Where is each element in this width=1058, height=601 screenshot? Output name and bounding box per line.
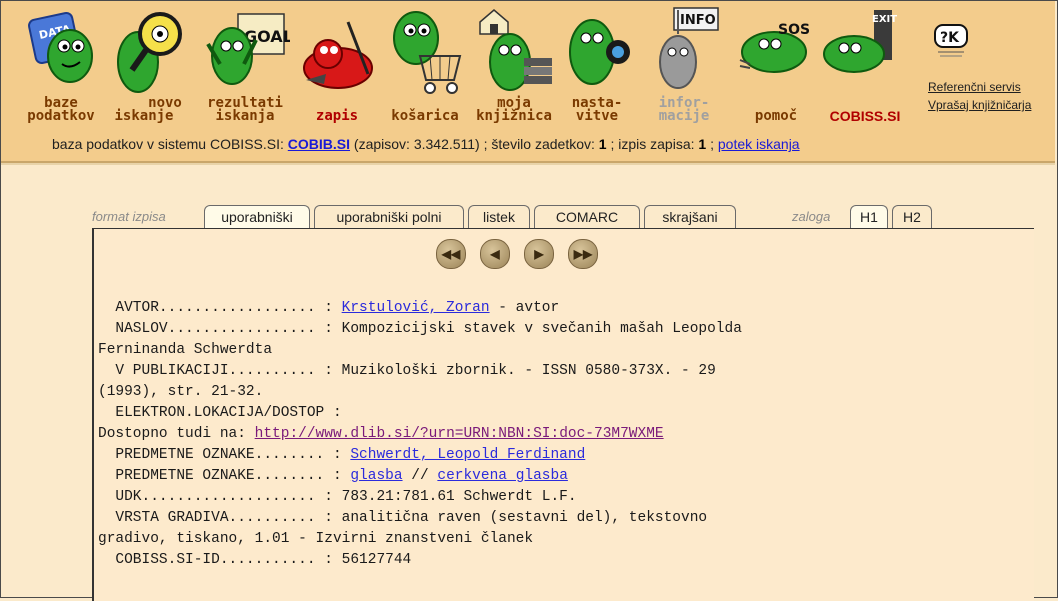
tab-h1[interactable]: H1 <box>850 205 888 230</box>
db-prefix: baza podatkov v sistemu COBISS.SI: <box>52 136 288 152</box>
nav-baze-podatkov[interactable]: DATA baze podatkov <box>26 4 96 134</box>
udk-line: UDK.................... : 783.21:781.61 … <box>98 489 577 505</box>
db-records: (zapisov: 3.342.511) ; število zadetkov: <box>350 136 599 152</box>
subject-schwerdt-link[interactable]: Schwerdt, Leopold Ferdinand <box>350 447 585 463</box>
svg-text:?K: ?K <box>940 30 960 46</box>
nav-zapis[interactable]: zapis <box>298 4 376 134</box>
author-link[interactable]: Krstulović, Zoran <box>342 300 490 316</box>
dlib-url-link[interactable]: http://www.dlib.si/?urn=URN:NBN:SI:doc-7… <box>255 426 664 442</box>
cobiss-id-line: COBISS.SI-ID........... : 56127744 <box>98 552 412 568</box>
access-prefix: Dostopno tudi na: <box>98 426 255 442</box>
subject1-label: PREDMETNE OZNAKE........ : <box>98 447 351 463</box>
tab-uporabniski[interactable]: uporabniški <box>204 205 310 230</box>
nav-moja-label2: knjižnica <box>476 108 552 124</box>
databases-icon: DATA <box>28 12 93 83</box>
previous-icon: ◀ <box>490 247 500 261</box>
title-line1: NASLOV................. : Kompozicijski … <box>98 321 742 337</box>
first-icon: ◀◀ <box>441 247 461 261</box>
tab-h2[interactable]: H2 <box>892 205 932 228</box>
avtor-role: - avtor <box>489 300 560 316</box>
publication-line2: (1993), str. 21-32. <box>98 384 264 400</box>
settings-creature-icon <box>569 19 630 85</box>
material-type-line2: gradivo, tiskano, 1.01 - Izvirni znanstv… <box>98 531 534 547</box>
nav-kosarica-label: košarica <box>391 108 459 124</box>
bibliographic-record: AVTOR.................. : Krstulović, Zo… <box>98 298 742 571</box>
electronic-location-label: ELEKTRON.LOKACIJA/DOSTOP : <box>98 405 342 421</box>
nav-moja-knjiznica[interactable]: moja knjižnica <box>470 4 558 134</box>
nav-novo-label2: iskanje <box>114 108 174 124</box>
subject-cerkvena-glasba-link[interactable]: cerkvena glasba <box>437 468 568 484</box>
tab-comarc[interactable]: COMARC <box>534 205 640 228</box>
database-link[interactable]: COBIB.SI <box>288 136 350 152</box>
next-icon: ▶ <box>534 247 544 261</box>
nav-cobiss-si[interactable]: EXIT COBISS.SI <box>820 4 910 134</box>
nav-pomoc[interactable]: SOS pomoč <box>734 4 818 134</box>
format-caption: format izpisa <box>92 209 166 224</box>
help-sos-icon: SOS <box>739 22 810 73</box>
nav-kosarica[interactable]: košarica <box>380 4 470 134</box>
nav-zapis-label: zapis <box>315 108 359 124</box>
next-record-button[interactable]: ▶ <box>524 239 554 269</box>
hits-count: 1 <box>598 136 607 152</box>
nav-rezultati-label2: iskanja <box>215 108 275 124</box>
nav-baze-label2: podatkov <box>27 108 95 124</box>
ask-librarian-link[interactable]: Vprašaj knjižničarja <box>928 98 1031 112</box>
nav-nastavitve-label2: vitve <box>575 108 619 124</box>
display-label: ; izpis zapisa: <box>606 136 699 152</box>
reference-service-link[interactable]: Referenčni servis <box>928 80 1021 94</box>
header-divider <box>1 163 1055 165</box>
subject-separator: // <box>402 468 438 484</box>
record-navigation: ◀◀ ◀ ▶ ▶▶ <box>436 239 636 269</box>
avtor-label: AVTOR.................. : <box>98 300 342 316</box>
magnifier-creature-icon <box>117 12 182 93</box>
info-creature-icon: INFO <box>659 7 719 89</box>
last-icon: ▶▶ <box>573 247 593 261</box>
svg-text:EXIT: EXIT <box>872 14 897 25</box>
publication-line1: V PUBLIKACIJI.......... : Muzikološki zb… <box>98 363 716 379</box>
database-info-line: baza podatkov v sistemu COBISS.SI: COBIB… <box>52 136 800 152</box>
nav-rezultati-iskanja[interactable]: GOAL rezultati iskanja <box>200 4 290 134</box>
nav-cobiss-label: COBISS.SI <box>829 108 901 124</box>
nav-nastavitve[interactable]: nasta- vitve <box>562 4 632 134</box>
holdings-caption: zaloga <box>792 209 831 224</box>
tab-uporabniski-polni[interactable]: uporabniški polni <box>314 205 464 228</box>
record-writer-icon <box>303 21 373 89</box>
nav-pomoc-label: pomoč <box>754 108 798 124</box>
tab-listek[interactable]: listek <box>468 205 530 228</box>
format-tabs: format izpisa uporabniški uporabniški po… <box>92 205 952 230</box>
reference-logo-icon[interactable]: ?K <box>934 24 968 60</box>
svg-text:SOS: SOS <box>778 22 810 38</box>
previous-record-button[interactable]: ◀ <box>480 239 510 269</box>
first-record-button[interactable]: ◀◀ <box>436 239 466 269</box>
subject-glasba-link[interactable]: glasba <box>350 468 402 484</box>
title-line2: Ferninanda Schwerdta <box>98 342 273 358</box>
my-library-icon <box>479 9 552 91</box>
nav-novo-iskanje[interactable]: novo iskanje <box>110 4 190 134</box>
tab-skrajsani[interactable]: skrajšani <box>644 205 736 228</box>
exit-creature-icon: EXIT <box>823 10 897 73</box>
nav-informacije[interactable]: INFO infor- macije <box>644 4 724 134</box>
db-separator: ; <box>706 136 718 152</box>
nav-informacije-label2: macije <box>658 108 710 124</box>
search-history-link[interactable]: potek iskanja <box>718 136 800 152</box>
material-type-line1: VRSTA GRADIVA.......... : analitična rav… <box>98 510 708 526</box>
shopping-cart-icon <box>393 11 462 94</box>
goal-creature-icon: GOAL <box>206 13 290 85</box>
subject2-label: PREDMETNE OZNAKE........ : <box>98 468 351 484</box>
last-record-button[interactable]: ▶▶ <box>568 239 598 269</box>
svg-text:INFO: INFO <box>680 13 716 28</box>
